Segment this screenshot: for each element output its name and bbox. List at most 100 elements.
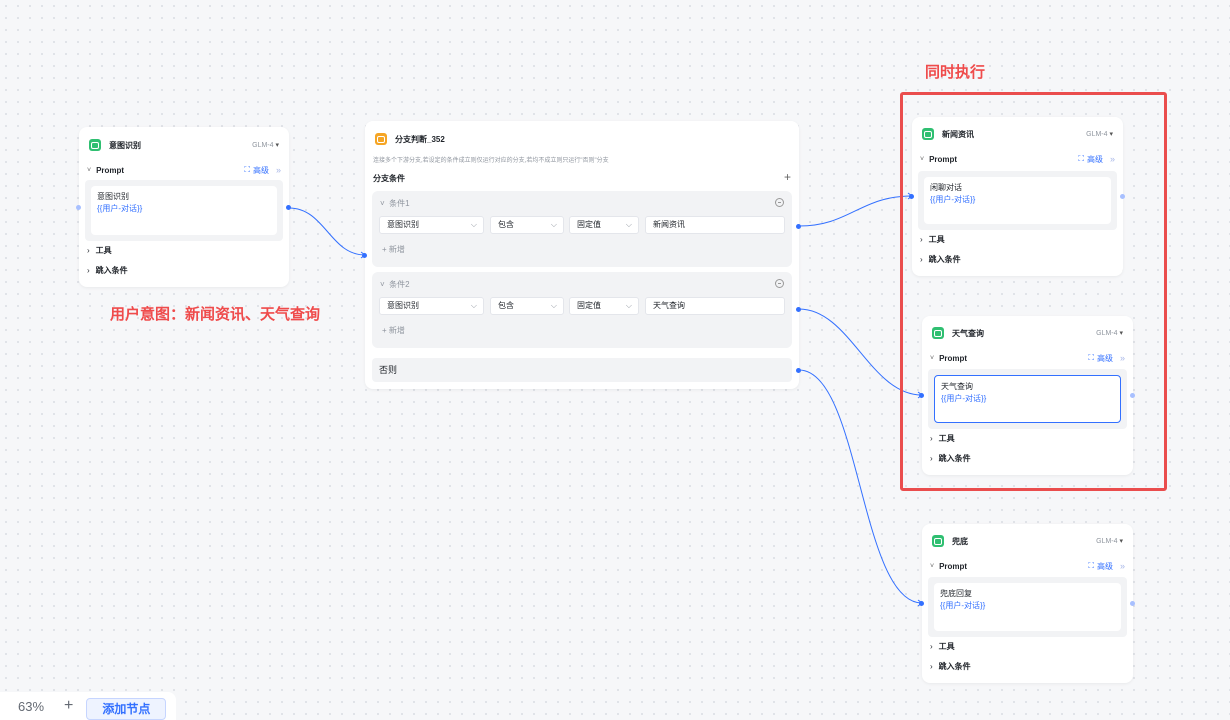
node-title: 兜底 <box>952 536 968 546</box>
advanced-button[interactable]: ⛶ 高级» <box>1078 154 1115 165</box>
llm-node-icon <box>922 128 934 140</box>
node-news[interactable]: 新闻资讯 GLM-4 ˅ Prompt ⛶高级» 闲聊对话 {{用户-对话}} … <box>909 117 1125 276</box>
else-branch[interactable]: 否则 <box>372 358 792 382</box>
chevron-down-icon: ⌵ <box>625 301 632 310</box>
chevron-down-icon[interactable]: ˅ <box>930 355 934 362</box>
chevron-down-icon[interactable]: ˅ <box>930 563 934 570</box>
llm-node-icon <box>89 139 101 151</box>
prompt-label: Prompt <box>96 165 125 175</box>
node-title: 意图识别 <box>109 140 141 150</box>
prompt-text: 闲聊对话 <box>930 183 962 192</box>
conditions-label: 分支条件 <box>373 174 405 183</box>
wire-cond1-to-news <box>798 195 913 227</box>
zoom-level[interactable]: 63% <box>18 699 44 714</box>
prompt-label: Prompt <box>939 353 968 363</box>
output-port[interactable] <box>1120 194 1125 199</box>
prompt-editor[interactable]: 闲聊对话 {{用户-对话}} <box>924 177 1111 224</box>
prompt-editor[interactable]: 天气查询 {{用户-对话}} <box>934 375 1121 423</box>
prompt-editor[interactable]: 兜底回复 {{用户-对话}} <box>934 583 1121 631</box>
add-condition-icon[interactable]: + <box>784 170 791 184</box>
jump-conditions-row[interactable]: › 跳入条件 <box>930 661 971 672</box>
jump-conditions-row[interactable]: › 跳入条件 <box>920 254 961 265</box>
prompt-variable: {{用户-对话}} <box>940 601 986 610</box>
prompt-text: 天气查询 <box>941 382 973 391</box>
llm-node-icon <box>932 327 944 339</box>
prompt-text: 兜底回复 <box>940 589 972 598</box>
wire-intent-to-branch <box>288 207 366 256</box>
chevrons-right-icon[interactable]: » <box>1120 561 1125 571</box>
advanced-button[interactable]: ⛶ 高级» <box>1088 561 1125 572</box>
input-port[interactable] <box>919 393 924 398</box>
chevron-down-icon: ˅ <box>380 280 385 289</box>
chevron-down-icon[interactable]: ˅ <box>920 156 924 163</box>
prompt-text: 意图识别 <box>97 192 129 201</box>
variable-select[interactable]: 意图识别 ⌵ <box>379 297 484 315</box>
expand-icon: ⛶ <box>1088 561 1094 570</box>
output-port[interactable] <box>1130 393 1135 398</box>
condition-block: ˅ 条件2 意图识别 ⌵ 包含 ⌵ 固定值 ⌵ 天气查询 + 新增 <box>372 272 792 348</box>
advanced-button[interactable]: ⛶ 高级» <box>244 165 281 176</box>
canvas-toolbar: 63% + 添加节点 <box>0 692 176 720</box>
output-port-else[interactable] <box>796 368 801 373</box>
model-select[interactable]: GLM-4 <box>252 141 279 149</box>
chevron-down-icon[interactable]: ˅ <box>87 167 91 174</box>
advanced-button[interactable]: ⛶ 高级» <box>1088 353 1125 364</box>
prompt-editor[interactable]: 意图识别 {{用户-对话}} <box>91 186 277 235</box>
tools-row[interactable]: › 工具 <box>930 433 955 444</box>
node-title: 新闻资讯 <box>942 129 974 139</box>
node-fallback[interactable]: 兜底 GLM-4 ˅ Prompt ⛶高级» 兜底回复 {{用户-对话}} ›工… <box>919 524 1135 683</box>
value-input[interactable]: 天气查询 <box>645 297 785 315</box>
add-subcondition-button[interactable]: + 新增 <box>382 244 405 255</box>
node-weather[interactable]: 天气查询 GLM-4 ˅ Prompt ⛶高级» 天气查询 {{用户-对话}} … <box>919 316 1135 475</box>
jump-conditions-row[interactable]: › 跳入条件 <box>87 265 128 276</box>
node-branch[interactable]: 分支判断_352 连接多个下游分支,若设定的条件成立则仅运行对应的分支,若均不成… <box>362 121 801 389</box>
remove-condition-icon[interactable] <box>775 279 784 288</box>
condition-title[interactable]: ˅ 条件2 <box>380 279 410 290</box>
model-select[interactable]: GLM-4 <box>1086 130 1113 138</box>
input-port[interactable] <box>362 253 367 258</box>
chevrons-right-icon[interactable]: » <box>1110 154 1115 164</box>
model-select[interactable]: GLM-4 <box>1096 537 1123 545</box>
chevron-down-icon: ⌵ <box>470 220 477 229</box>
annotation-user-intent: 用户意图：新闻资讯、天气查询 <box>110 306 321 323</box>
chevrons-right-icon[interactable]: » <box>276 165 281 175</box>
node-title: 天气查询 <box>952 328 984 338</box>
annotation-parallel: 同时执行 <box>925 64 986 81</box>
operator-select[interactable]: 包含 ⌵ <box>490 297 564 315</box>
output-port[interactable] <box>286 205 291 210</box>
llm-node-icon <box>932 535 944 547</box>
add-node-button[interactable]: 添加节点 <box>86 698 167 720</box>
tools-row[interactable]: › 工具 <box>930 641 955 652</box>
model-select[interactable]: GLM-4 <box>1096 329 1123 337</box>
add-subcondition-button[interactable]: + 新增 <box>382 325 405 336</box>
chevrons-right-icon[interactable]: » <box>1120 353 1125 363</box>
chevron-down-icon: ⌵ <box>625 220 632 229</box>
prompt-variable: {{用户-对话}} <box>97 204 143 213</box>
operator-select[interactable]: 包含 ⌵ <box>490 216 564 234</box>
variable-select[interactable]: 意图识别 ⌵ <box>379 216 484 234</box>
value-type-select[interactable]: 固定值 ⌵ <box>569 216 639 234</box>
remove-condition-icon[interactable] <box>775 198 784 207</box>
input-port[interactable] <box>909 194 914 199</box>
value-input[interactable]: 新闻资讯 <box>645 216 785 234</box>
tools-row[interactable]: › 工具 <box>920 234 945 245</box>
zoom-in-button[interactable]: + <box>64 697 73 715</box>
value-type-select[interactable]: 固定值 ⌵ <box>569 297 639 315</box>
chevron-down-icon: ⌵ <box>550 220 557 229</box>
input-port[interactable] <box>919 601 924 606</box>
jump-conditions-row[interactable]: › 跳入条件 <box>930 453 971 464</box>
output-port-cond1[interactable] <box>796 224 801 229</box>
prompt-label: Prompt <box>939 561 968 571</box>
expand-icon: ⛶ <box>1078 154 1084 163</box>
output-port[interactable] <box>1130 601 1135 606</box>
chevron-down-icon: ˅ <box>380 199 385 208</box>
condition-block: ˅ 条件1 意图识别 ⌵ 包含 ⌵ 固定值 ⌵ 新闻资讯 + 新增 <box>372 191 792 267</box>
condition-title[interactable]: ˅ 条件1 <box>380 198 410 209</box>
node-title: 分支判断_352 <box>395 134 445 144</box>
branch-description: 连接多个下游分支,若设定的条件成立则仅运行对应的分支,若均不成立则只运行"否则"… <box>373 158 609 164</box>
output-port-cond2[interactable] <box>796 307 801 312</box>
input-port[interactable] <box>76 205 81 210</box>
tools-row[interactable]: › 工具 <box>87 245 112 256</box>
chevron-down-icon: ⌵ <box>470 301 477 310</box>
node-intent[interactable]: 意图识别 GLM-4 ˅ Prompt ⛶高级» 意图识别 {{用户-对话}} … <box>76 127 291 287</box>
